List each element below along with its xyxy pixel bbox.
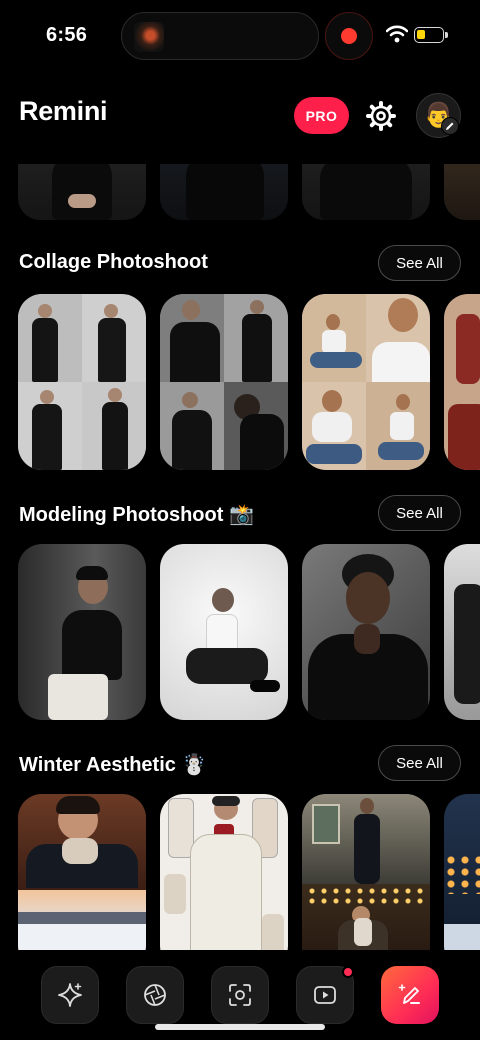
collage-card[interactable]: [302, 294, 430, 470]
wifi-icon: [386, 25, 408, 43]
winter-card[interactable]: [160, 794, 288, 954]
clock: 6:56: [46, 24, 88, 46]
collage-card[interactable]: [18, 294, 146, 470]
record-dot-icon: [341, 28, 357, 44]
style-card[interactable]: [444, 164, 480, 220]
ai-filters-tab[interactable]: [211, 966, 269, 1024]
ai-photos-tab[interactable]: [126, 966, 184, 1024]
battery-tip: [445, 32, 448, 38]
enhance-tab[interactable]: [41, 966, 99, 1024]
winter-card[interactable]: [444, 794, 480, 954]
style-card[interactable]: [160, 164, 288, 220]
see-all-button-collage[interactable]: See All: [378, 245, 461, 281]
modeling-card[interactable]: [444, 544, 480, 720]
face-scan-icon: [229, 984, 251, 1006]
text-edit-tab[interactable]: [381, 966, 439, 1024]
modeling-row: [0, 544, 480, 720]
style-card[interactable]: [18, 164, 146, 220]
winter-card[interactable]: [302, 794, 430, 954]
modeling-card[interactable]: [160, 544, 288, 720]
modeling-card[interactable]: [302, 544, 430, 720]
edit-pencil-icon: [441, 117, 459, 135]
dynamic-island[interactable]: [121, 12, 319, 60]
winter-row: [0, 794, 480, 954]
section-title-collage: Collage Photoshoot: [19, 251, 208, 273]
sparkles-icon: [58, 983, 82, 1007]
see-all-button-winter[interactable]: See All: [378, 745, 461, 781]
aperture-icon: [144, 984, 166, 1006]
status-bar: 6:56: [0, 0, 480, 72]
magic-pen-icon: [398, 984, 420, 1004]
section-title-winter: Winter Aesthetic ☃️: [19, 754, 207, 776]
collage-card[interactable]: [160, 294, 288, 470]
winter-card[interactable]: [18, 794, 146, 954]
previous-section-row: [0, 164, 480, 220]
notification-dot: [342, 966, 354, 978]
style-card[interactable]: [302, 164, 430, 220]
collage-card[interactable]: [444, 294, 480, 470]
modeling-card[interactable]: [18, 544, 146, 720]
see-all-button-modeling[interactable]: See All: [378, 495, 461, 531]
section-title-modeling: Modeling Photoshoot 📸: [19, 504, 254, 526]
collage-row: [0, 294, 480, 470]
gear-icon[interactable]: [365, 100, 397, 132]
app-title: Remini: [19, 96, 108, 126]
live-activity-thumbnail: [134, 22, 164, 52]
video-play-icon: [314, 986, 336, 1004]
battery-icon: [414, 27, 444, 43]
screen-recording-indicator[interactable]: [325, 12, 373, 60]
pro-button[interactable]: PRO: [294, 97, 349, 134]
home-indicator[interactable]: [155, 1024, 325, 1030]
